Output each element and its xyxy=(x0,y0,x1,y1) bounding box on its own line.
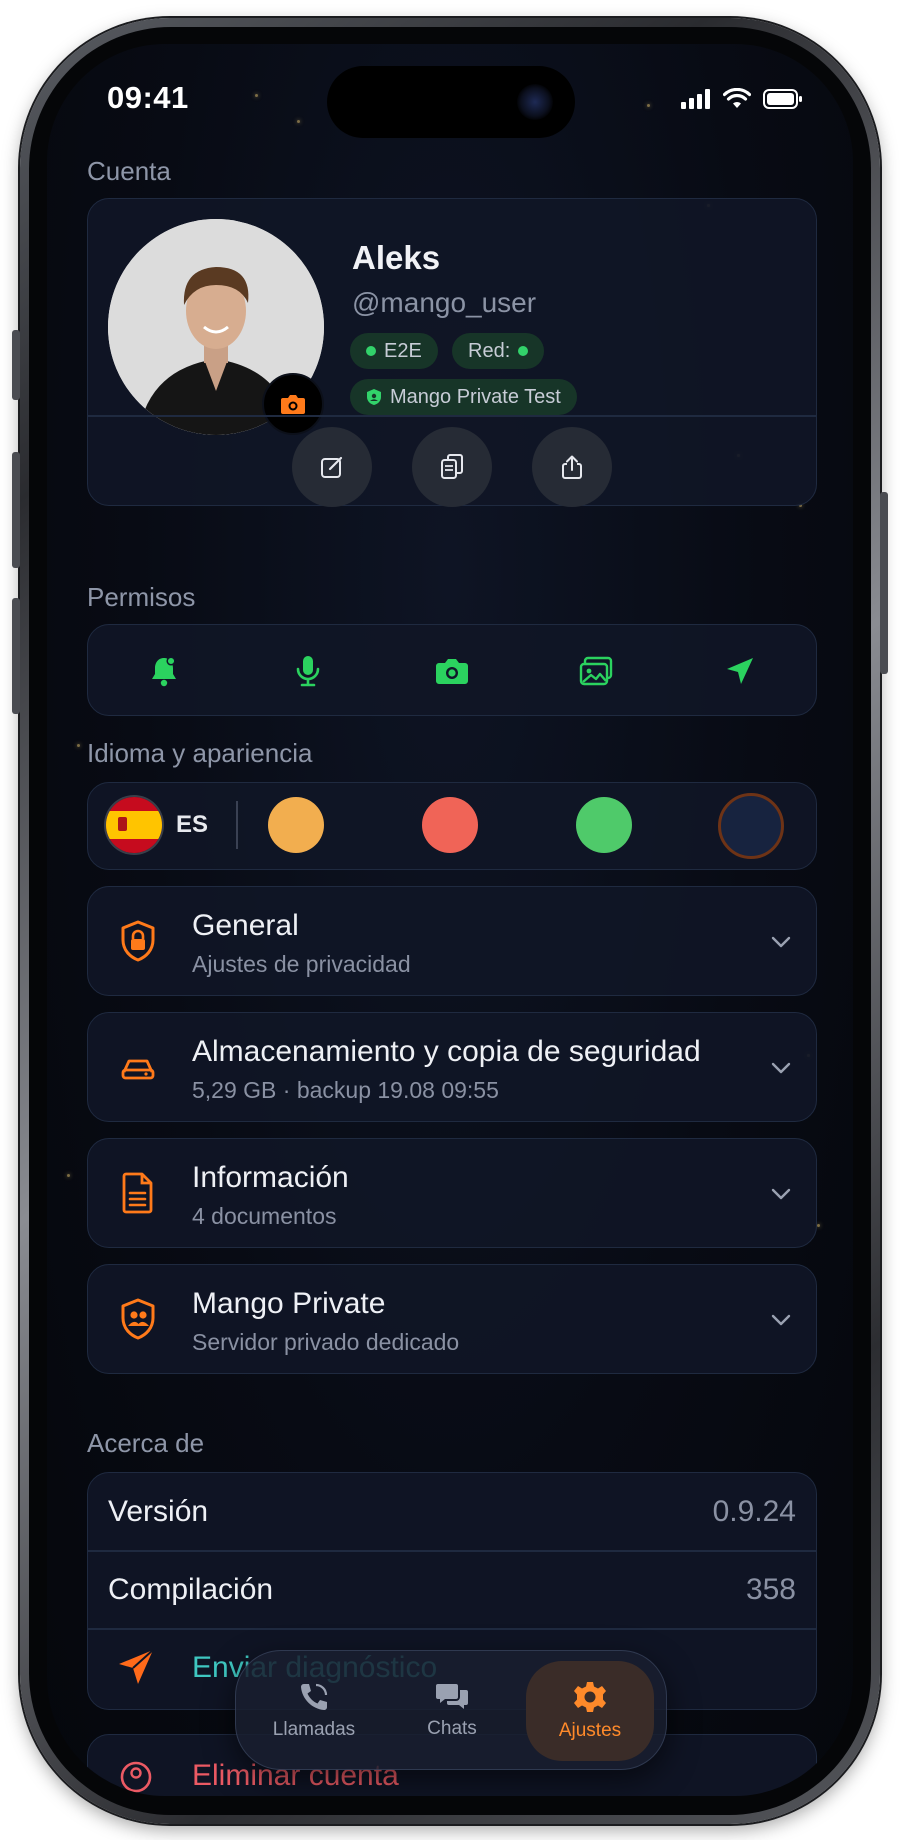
microphone-permission[interactable] xyxy=(288,651,328,691)
settings-row-subtitle: Ajustes de privacidad xyxy=(192,951,411,977)
copy-icon xyxy=(441,454,463,479)
settings-row-mango-private[interactable]: Mango Private Servidor privado dedicado xyxy=(87,1264,817,1374)
settings-row-information[interactable]: Información 4 documentos xyxy=(87,1138,817,1248)
tab-calls[interactable]: Llamadas xyxy=(250,1661,378,1761)
version-label: Versión xyxy=(108,1495,209,1528)
action-button xyxy=(12,330,20,400)
chat-bubbles-icon xyxy=(436,1684,468,1709)
tab-label: Llamadas xyxy=(272,1719,356,1740)
settings-row-storage[interactable]: Almacenamiento y copia de seguridad 5,29… xyxy=(87,1012,817,1122)
tab-label: Chats xyxy=(427,1718,477,1739)
profile-card: Aleks @mango_user E2E Red: Mango Private… xyxy=(87,198,817,507)
settings-row-title: Información xyxy=(192,1161,349,1194)
version-value: 0.9.24 xyxy=(712,1495,796,1528)
settings-row-subtitle: Servidor privado dedicado xyxy=(192,1329,460,1355)
theme-swatch-navy-selected[interactable] xyxy=(718,793,784,859)
shield-lock-icon xyxy=(114,917,162,965)
volume-down-button xyxy=(12,598,20,714)
profile-name: Aleks xyxy=(352,239,441,276)
front-camera-icon xyxy=(517,84,553,120)
chevron-down-icon xyxy=(771,1314,791,1326)
tab-label: Ajustes xyxy=(558,1720,622,1741)
bottom-tab-bar: Llamadas Chats Ajustes xyxy=(235,1650,667,1770)
settings-row-title: Mango Private xyxy=(192,1287,386,1320)
spain-flag-icon[interactable] xyxy=(106,797,162,853)
app-screen: 09:41 Cuenta Aleks @mango_user E2E Red: … xyxy=(47,44,853,1796)
gallery-icon xyxy=(579,656,613,686)
build-value: 358 xyxy=(745,1573,796,1606)
card-divider xyxy=(88,415,816,417)
settings-row-subtitle: 5,29 GB · backup 19.08 09:55 xyxy=(192,1077,499,1103)
storage-icon xyxy=(114,1043,162,1091)
camera-icon xyxy=(436,659,468,684)
copy-handle-button[interactable] xyxy=(412,427,492,507)
section-title-account: Cuenta xyxy=(87,156,171,186)
language-separator xyxy=(236,801,238,849)
volume-up-button xyxy=(12,452,20,568)
theme-swatch-orange[interactable] xyxy=(268,797,324,853)
power-button xyxy=(880,492,888,674)
status-icons xyxy=(681,88,803,110)
document-icon xyxy=(114,1169,162,1217)
cellular-signal-icon xyxy=(681,89,710,109)
status-dot-icon xyxy=(518,346,529,356)
language-code[interactable]: ES xyxy=(176,811,208,839)
e2e-badge-label: E2E xyxy=(384,339,422,362)
settings-row-title: General xyxy=(192,909,299,942)
settings-row-general[interactable]: General Ajustes de privacidad xyxy=(87,886,817,996)
theme-swatch-red[interactable] xyxy=(422,797,478,853)
edit-profile-button[interactable] xyxy=(292,427,372,507)
battery-icon xyxy=(763,89,802,109)
share-profile-button[interactable] xyxy=(532,427,612,507)
chevron-down-icon xyxy=(771,1188,791,1200)
section-title-permissions: Permisos xyxy=(87,582,196,612)
chevron-down-icon xyxy=(771,936,791,948)
gallery-permission[interactable] xyxy=(576,651,616,691)
status-dot-icon xyxy=(366,346,376,356)
build-row: Compilación 358 xyxy=(88,1551,816,1628)
gear-icon xyxy=(574,1682,606,1712)
camera-permission[interactable] xyxy=(432,651,472,691)
server-badge: Mango Private Test xyxy=(350,379,577,415)
e2e-badge: E2E xyxy=(350,333,438,369)
notifications-permission[interactable] xyxy=(144,651,184,691)
dynamic-island xyxy=(327,66,575,138)
build-label: Compilación xyxy=(108,1573,274,1606)
chevron-down-icon xyxy=(771,1062,791,1074)
bell-icon xyxy=(152,656,176,687)
network-badge: Red: xyxy=(452,333,545,369)
phone-icon xyxy=(301,1683,328,1710)
location-permission[interactable] xyxy=(720,651,760,691)
language-theme-card: ES xyxy=(87,782,817,870)
tab-chats[interactable]: Chats xyxy=(388,1661,516,1761)
share-icon xyxy=(562,455,582,479)
version-row: Versión 0.9.24 xyxy=(88,1473,816,1550)
profile-handle: @mango_user xyxy=(352,287,537,318)
status-time: 09:41 xyxy=(107,80,189,115)
section-title-language: Idioma y apariencia xyxy=(87,738,313,768)
location-icon xyxy=(727,658,753,684)
shield-users-icon xyxy=(367,389,381,405)
theme-swatch-green[interactable] xyxy=(576,797,632,853)
settings-row-subtitle: 4 documentos xyxy=(192,1203,337,1229)
network-badge-label: Red: xyxy=(468,339,511,362)
shield-users-icon xyxy=(114,1295,162,1343)
edit-icon xyxy=(321,456,343,478)
wifi-icon xyxy=(723,88,751,108)
section-title-about: Acerca de xyxy=(87,1428,205,1458)
send-icon xyxy=(119,1649,154,1684)
permissions-card xyxy=(87,624,817,716)
tab-settings[interactable]: Ajustes xyxy=(526,1661,654,1761)
server-badge-label: Mango Private Test xyxy=(390,385,561,408)
user-remove-icon xyxy=(120,1761,152,1793)
camera-icon xyxy=(281,395,305,414)
change-photo-button[interactable] xyxy=(262,373,324,435)
microphone-icon xyxy=(296,656,320,687)
settings-row-title: Almacenamiento y copia de seguridad xyxy=(192,1035,701,1068)
